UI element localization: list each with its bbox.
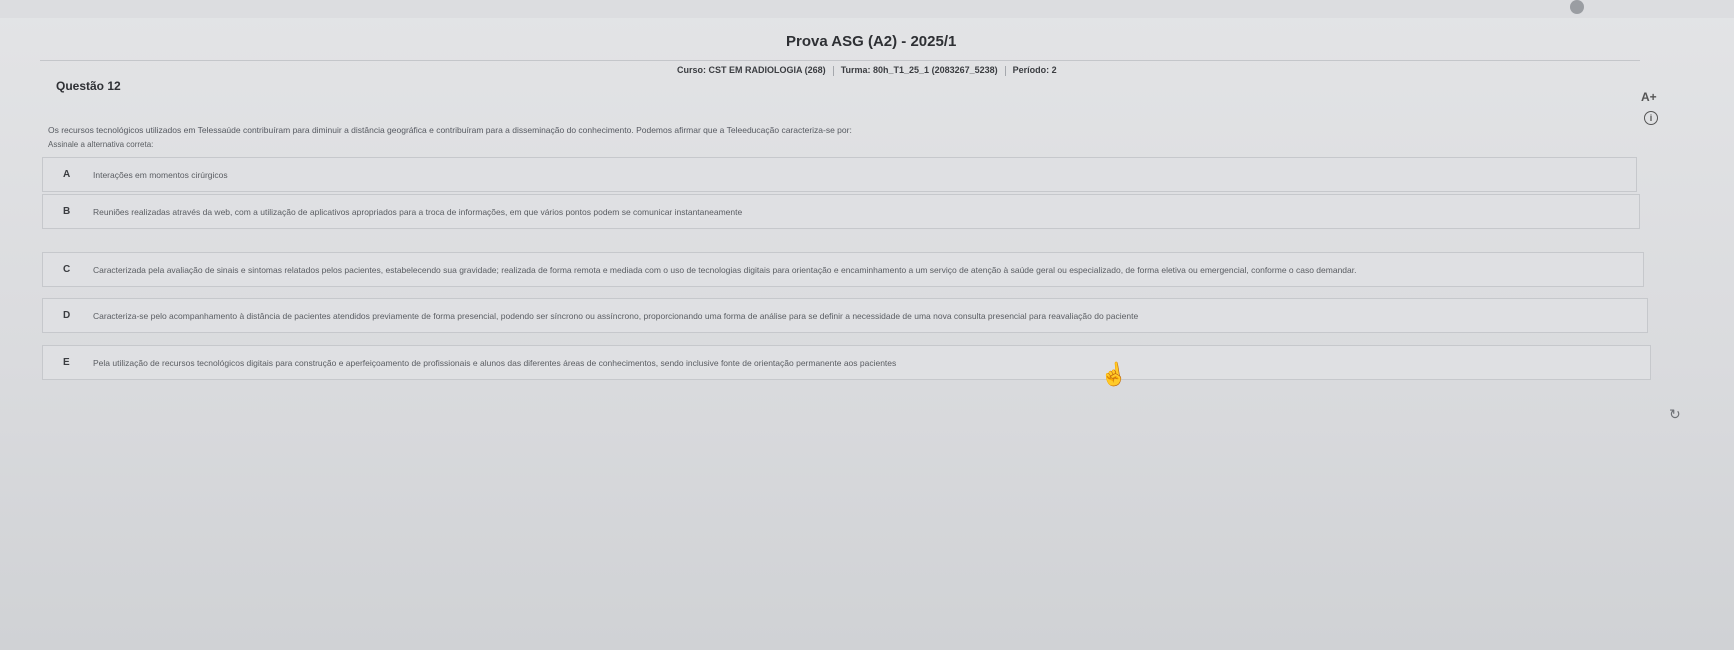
course-info-row: Curso: CST EM RADIOLOGIA (268) Turma: 80h…	[677, 65, 1057, 76]
header-divider	[40, 60, 1640, 61]
hand-cursor-icon: ☝	[1098, 360, 1129, 389]
option-letter: B	[63, 206, 71, 217]
question-title: Questão 12	[56, 79, 121, 93]
question-statement: Os recursos tecnológicos utilizados em T…	[48, 125, 852, 135]
course-separator	[832, 65, 834, 76]
option-text: Pela utilização de recursos tecnológicos…	[93, 358, 897, 368]
answer-option-b[interactable]: B Reuniões realizadas através da web, co…	[42, 194, 1640, 229]
refresh-icon[interactable]: ↻	[1669, 406, 1681, 423]
option-text: Interações em momentos cirúrgicos	[93, 170, 228, 180]
exam-screen: Prova ASG (A2) - 2025/1 Curso: CST EM RA…	[0, 0, 1734, 650]
user-avatar[interactable]	[1570, 0, 1584, 14]
option-text: Caracteriza-se pelo acompanhamento à dis…	[93, 311, 1139, 321]
answer-option-d[interactable]: D Caracteriza-se pelo acompanhamento à d…	[42, 298, 1648, 333]
option-letter: E	[63, 357, 70, 368]
info-icon[interactable]: i	[1644, 111, 1658, 125]
class-separator	[1004, 65, 1006, 76]
option-letter: C	[63, 264, 71, 275]
option-text: Reuniões realizadas através da web, com …	[93, 207, 743, 217]
exam-title: Prova ASG (A2) - 2025/1	[786, 33, 957, 50]
option-text: Caracterizada pela avaliação de sinais e…	[93, 265, 1357, 275]
font-size-icon[interactable]: A+	[1641, 90, 1657, 104]
question-instruction: Assinale a alternativa correta:	[48, 140, 154, 149]
period-label: Período: 2	[1012, 65, 1057, 75]
answer-option-e[interactable]: E Pela utilização de recursos tecnológic…	[42, 345, 1651, 380]
option-letter: D	[63, 310, 71, 321]
course-label: Curso: CST EM RADIOLOGIA (268)	[677, 65, 826, 75]
answer-option-c[interactable]: C Caracterizada pela avaliação de sinais…	[42, 252, 1644, 287]
class-label: Turma: 80h_T1_25_1 (2083267_5238)	[840, 65, 998, 75]
top-bar	[0, 0, 1734, 18]
answer-option-a[interactable]: A Interações em momentos cirúrgicos	[42, 157, 1637, 192]
option-letter: A	[63, 169, 71, 180]
